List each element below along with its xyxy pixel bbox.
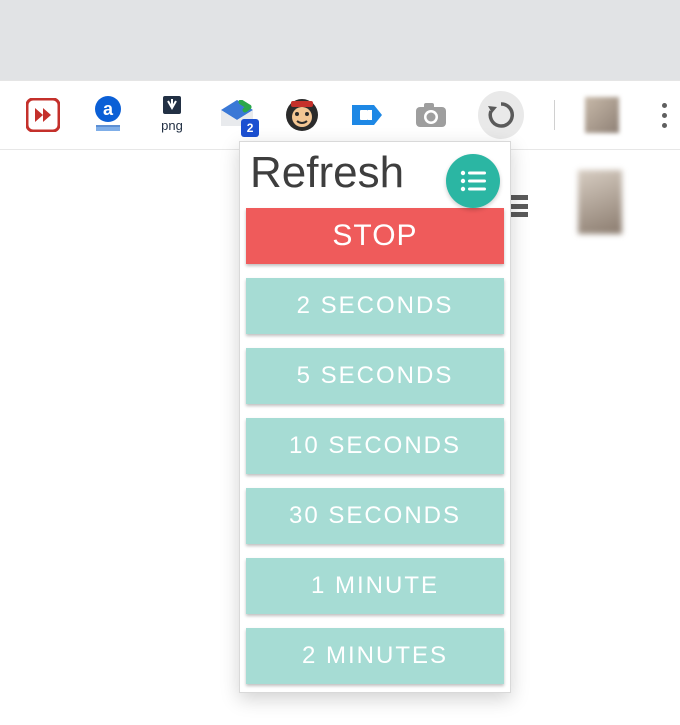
browser-menu-icon[interactable] — [649, 99, 680, 131]
browser-top-chrome — [0, 0, 680, 80]
camera-icon[interactable] — [414, 97, 448, 133]
inbox-icon[interactable]: 2 — [219, 97, 255, 133]
refresh-extension-popup: Refresh STOP 2 SECONDS 5 SECONDS 10 SECO… — [239, 141, 511, 693]
interval-option-2-minutes[interactable]: 2 MINUTES — [246, 628, 504, 684]
interval-option-30-seconds[interactable]: 30 SECONDS — [246, 488, 504, 544]
png-download-icon[interactable]: png — [155, 97, 189, 133]
popup-title: Refresh — [250, 148, 404, 198]
list-icon[interactable] — [446, 154, 500, 208]
page-avatar[interactable] — [578, 170, 622, 234]
svg-text:png: png — [161, 118, 183, 133]
amazon-assistant-icon[interactable]: a — [90, 97, 124, 133]
interval-option-1-minute[interactable]: 1 MINUTE — [246, 558, 504, 614]
history-refresh-icon[interactable] — [478, 91, 524, 139]
svg-text:a: a — [103, 99, 114, 119]
stop-button[interactable]: STOP — [246, 208, 504, 264]
toolbar-separator — [554, 100, 555, 130]
interval-option-5-seconds[interactable]: 5 SECONDS — [246, 348, 504, 404]
avatar-monkey-icon[interactable] — [285, 97, 319, 133]
fast-forward-icon[interactable] — [26, 97, 60, 133]
interval-option-10-seconds[interactable]: 10 SECONDS — [246, 418, 504, 474]
tag-icon[interactable] — [350, 97, 384, 133]
extensions-toolbar: a png 2 — [0, 80, 680, 150]
inbox-badge: 2 — [241, 119, 259, 137]
popup-header: Refresh — [240, 142, 510, 204]
profile-avatar[interactable] — [585, 97, 619, 133]
interval-option-2-seconds[interactable]: 2 SECONDS — [246, 278, 504, 334]
